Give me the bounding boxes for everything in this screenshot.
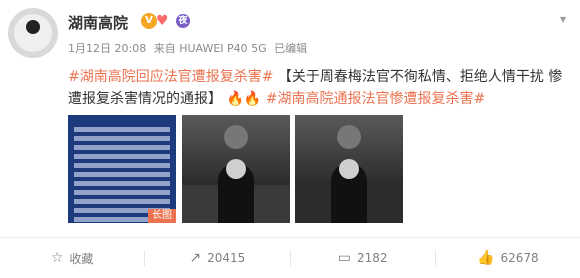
comment-button[interactable]: ▭ 2182 [291, 238, 435, 278]
like-button[interactable]: 👍 62678 [436, 238, 580, 278]
favorite-button[interactable]: ☆ 收藏 [0, 238, 144, 278]
comment-icon: ▭ [337, 250, 351, 266]
image-3-photo[interactable] [295, 115, 403, 223]
face [226, 159, 246, 179]
face [339, 159, 359, 179]
like-count: 62678 [500, 251, 539, 265]
action-bar: ☆ 收藏 ↗ 20415 ▭ 2182 👍 62678 [0, 238, 580, 278]
repost-count: 20415 [207, 251, 246, 265]
post-device: 来自 HUAWEI P40 5G [153, 42, 267, 55]
repost-icon: ↗ [189, 250, 202, 266]
avatar[interactable] [8, 8, 58, 58]
post-time[interactable]: 1月12日 20:08 [68, 42, 146, 55]
court-emblem-icon [26, 20, 40, 34]
repost-button[interactable]: ↗ 20415 [145, 238, 289, 278]
national-emblem-icon [337, 125, 361, 149]
chevron-down-icon[interactable]: ▾ [560, 12, 566, 26]
weibo-post: 湖南高院 V ♥ 夜 ▾ 1月12日 20:08 来自 HUAWEI P40 5… [0, 0, 580, 278]
author-name[interactable]: 湖南高院 [68, 12, 128, 33]
thumbs-up-icon: 👍 [477, 250, 495, 266]
long-image-tag: 长图 [148, 209, 176, 223]
comment-count: 2182 [356, 251, 388, 265]
post-content: #湖南高院回应法官遭报复杀害# 【关于周春梅法官不徇私情、拒绝人情干扰 惨遭报复… [68, 66, 564, 110]
document-text-lines [74, 123, 170, 222]
favorite-label: 收藏 [69, 251, 94, 266]
membership-badge-icon: 夜 [176, 14, 190, 28]
heart-badge-icon: ♥ [156, 13, 169, 29]
fire-emoji-icon: 🔥🔥 [226, 91, 262, 107]
post-meta: 1月12日 20:08 来自 HUAWEI P40 5G 已编辑 [68, 40, 311, 56]
hashtag-2[interactable]: #湖南高院通报法官惨遭报复杀害# [266, 91, 485, 107]
star-icon: ☆ [50, 250, 64, 266]
national-emblem-icon [224, 125, 248, 149]
avatar-seal-text [22, 36, 44, 46]
post-edited: 已编辑 [274, 42, 308, 55]
verified-badge-icon: V [141, 13, 157, 29]
image-1-long-document[interactable]: 长图 [68, 115, 176, 223]
image-2-photo[interactable] [182, 115, 290, 223]
hashtag-1[interactable]: #湖南高院回应法官遭报复杀害# [68, 69, 273, 85]
